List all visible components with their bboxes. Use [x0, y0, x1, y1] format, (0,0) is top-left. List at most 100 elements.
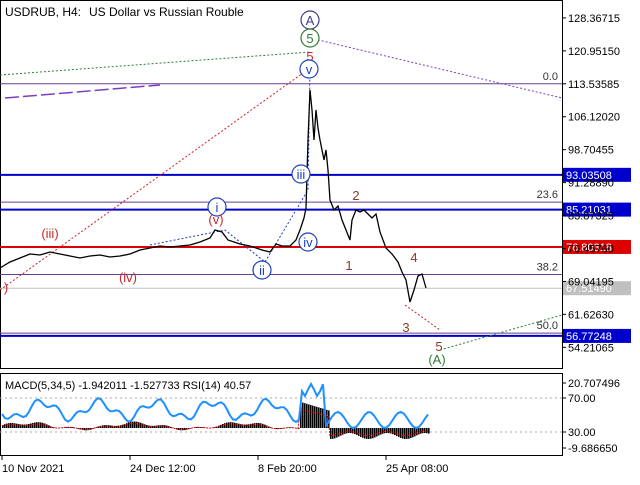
indicator-tick-label: -9.686650	[568, 443, 618, 455]
macd-histogram-bar	[32, 423, 34, 428]
macd-histogram-bar	[38, 422, 40, 428]
macd-histogram-bar	[12, 423, 14, 428]
macd-histogram-bar	[304, 403, 306, 428]
macd-histogram-bar	[402, 428, 404, 439]
macd-histogram-bar	[340, 428, 342, 436]
macd-histogram-bar	[6, 424, 8, 428]
fib-level-label: 23.6	[537, 189, 558, 201]
macd-histogram-bar	[258, 423, 260, 428]
macd-histogram-bar	[308, 404, 310, 428]
macd-histogram-bar	[236, 423, 238, 428]
level-badge-label: 56.77248	[566, 331, 612, 343]
macd-histogram-bar	[362, 428, 364, 438]
price-tick-label: 91.28890	[568, 178, 614, 190]
macd-histogram-bar	[238, 424, 240, 428]
macd-histogram-bar	[338, 428, 340, 437]
macd-histogram-bar	[246, 424, 248, 428]
fib-level-label: 38.2	[537, 262, 558, 274]
macd-histogram-bar	[346, 428, 348, 433]
macd-histogram-bar	[372, 428, 374, 438]
wave-label: 1	[345, 258, 352, 273]
macd-histogram-bar	[30, 423, 32, 428]
macd-histogram-bar	[380, 428, 382, 435]
macd-histogram-bar	[422, 428, 424, 433]
macd-histogram-bar	[312, 406, 314, 428]
wave-label: iii	[297, 167, 306, 182]
macd-histogram-bar	[14, 423, 16, 428]
wave-label: v	[306, 62, 313, 77]
macd-histogram-bar	[410, 428, 412, 438]
wave-label: 2	[352, 188, 359, 203]
macd-histogram-bar	[366, 428, 368, 439]
wave-label: 5	[306, 31, 313, 46]
fib-level-label: 0.0	[543, 71, 558, 83]
macd-histogram-bar	[416, 428, 418, 435]
wave-label: A	[306, 13, 315, 28]
fib-level-label: 50.0	[537, 320, 558, 332]
macd-histogram-bar	[316, 407, 318, 428]
macd-histogram-bar	[376, 428, 378, 436]
macd-histogram-bar	[20, 424, 22, 428]
macd-histogram-bar	[242, 424, 244, 428]
wave-label: (A)	[428, 352, 445, 367]
macd-histogram-bar	[42, 423, 44, 428]
macd-histogram-bar	[418, 428, 420, 434]
wave-label: 3	[402, 320, 409, 335]
macd-histogram-bar	[142, 424, 144, 428]
macd-histogram-bar	[364, 428, 366, 438]
macd-histogram-bar	[426, 428, 428, 433]
macd-histogram-bar	[132, 422, 134, 428]
macd-histogram-bar	[332, 428, 334, 439]
macd-histogram-bar	[336, 428, 338, 438]
price-tick-label: 54.21065	[568, 342, 614, 354]
macd-histogram-bar	[256, 423, 258, 428]
price-tick-label: 120.95150	[568, 46, 620, 58]
macd-histogram-bar	[396, 428, 398, 436]
indicator-tick-label: 20.707496	[568, 378, 620, 390]
macd-histogram-bar	[368, 428, 370, 439]
macd-histogram-bar	[384, 428, 386, 433]
macd-histogram-bar	[406, 428, 408, 439]
macd-histogram-bar	[356, 428, 358, 435]
macd-histogram-bar	[36, 422, 38, 428]
macd-histogram-bar	[222, 424, 224, 428]
price-tick-label: 61.62630	[568, 309, 614, 321]
macd-histogram-bar	[400, 428, 402, 438]
time-tick-label: 10 Nov 2021	[2, 463, 64, 475]
wave-label: ii	[259, 263, 265, 278]
macd-histogram-bar	[16, 424, 18, 428]
macd-histogram-bar	[254, 423, 256, 428]
macd-histogram-bar	[226, 423, 228, 428]
chart-window[interactable]: USDRUB, H4: US Dollar vs Russian Rouble …	[0, 0, 640, 480]
macd-histogram-bar	[412, 428, 414, 437]
macd-histogram-bar	[320, 408, 322, 428]
macd-histogram-bar	[234, 423, 236, 428]
macd-histogram-bar	[10, 423, 12, 428]
macd-histogram-bar	[34, 423, 36, 428]
macd-histogram-bar	[252, 423, 254, 428]
macd-histogram-bar	[318, 407, 320, 428]
main-pane[interactable]	[1, 1, 563, 369]
chart-description: US Dollar vs Russian Rouble	[89, 5, 244, 19]
price-tick-label: 106.12020	[568, 112, 620, 124]
macd-histogram-bar	[260, 423, 262, 428]
macd-histogram-bar	[420, 428, 422, 434]
macd-histogram-bar	[310, 405, 312, 428]
chart-symbol: USDRUB, H4:	[5, 5, 81, 19]
macd-histogram-bar	[358, 428, 360, 436]
macd-histogram-bar	[330, 428, 332, 439]
wave-label: 4	[410, 250, 417, 265]
macd-histogram-bar	[314, 406, 316, 428]
wave-label: iv	[303, 235, 313, 250]
macd-histogram-bar	[398, 428, 400, 437]
wave-label: (iii)	[41, 226, 58, 241]
wave-label: (iv)	[119, 270, 137, 285]
macd-histogram-bar	[360, 428, 362, 437]
chart-canvas[interactable]: USDRUB, H4: US Dollar vs Russian Rouble …	[0, 0, 640, 480]
macd-histogram-bar	[302, 403, 304, 428]
macd-histogram-bar	[408, 428, 410, 439]
macd-histogram-bar	[136, 422, 138, 428]
macd-histogram-bar	[388, 428, 390, 433]
macd-histogram-bar	[128, 422, 130, 428]
macd-histogram-bar	[348, 428, 350, 433]
